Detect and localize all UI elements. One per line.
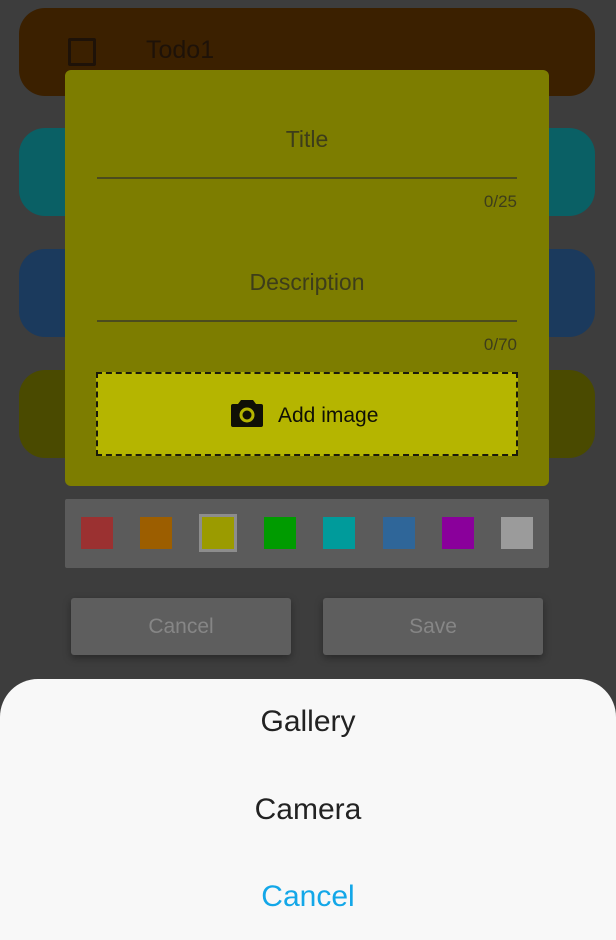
image-source-bottom-sheet: Gallery Camera Cancel [0, 679, 616, 940]
description-underline [97, 320, 517, 322]
description-placeholder: Description [249, 269, 365, 295]
color-swatch-green[interactable] [264, 517, 296, 549]
save-button[interactable]: Save [323, 598, 543, 655]
title-field[interactable]: Title 0/25 [97, 120, 517, 211]
camera-icon [230, 398, 264, 433]
gallery-option[interactable]: Gallery [0, 705, 616, 739]
cancel-button[interactable]: Cancel [71, 598, 291, 655]
description-char-counter: 0/70 [483, 335, 517, 354]
add-image-label: Add image [278, 403, 379, 427]
todo-checkbox[interactable] [68, 38, 96, 66]
description-field[interactable]: Description 0/70 [97, 263, 517, 354]
todo-editor-dialog: Title 0/25 Description 0/70 Add image [65, 70, 549, 486]
color-swatch-yellow[interactable] [199, 514, 237, 552]
title-placeholder: Title [285, 126, 329, 152]
sheet-cancel-option[interactable]: Cancel [0, 880, 616, 914]
add-image-button[interactable]: Add image [96, 372, 518, 456]
title-underline [97, 177, 517, 179]
color-swatch-orange[interactable] [140, 517, 172, 549]
color-swatch-blue[interactable] [383, 517, 415, 549]
color-swatch-grey[interactable] [501, 517, 533, 549]
color-swatch-purple[interactable] [442, 517, 474, 549]
color-swatch-teal[interactable] [323, 517, 355, 549]
color-swatch-red[interactable] [81, 517, 113, 549]
camera-option[interactable]: Camera [0, 793, 616, 827]
todo-title: Todo1 [146, 36, 215, 64]
color-palette [65, 499, 549, 568]
title-char-counter: 0/25 [483, 192, 517, 211]
